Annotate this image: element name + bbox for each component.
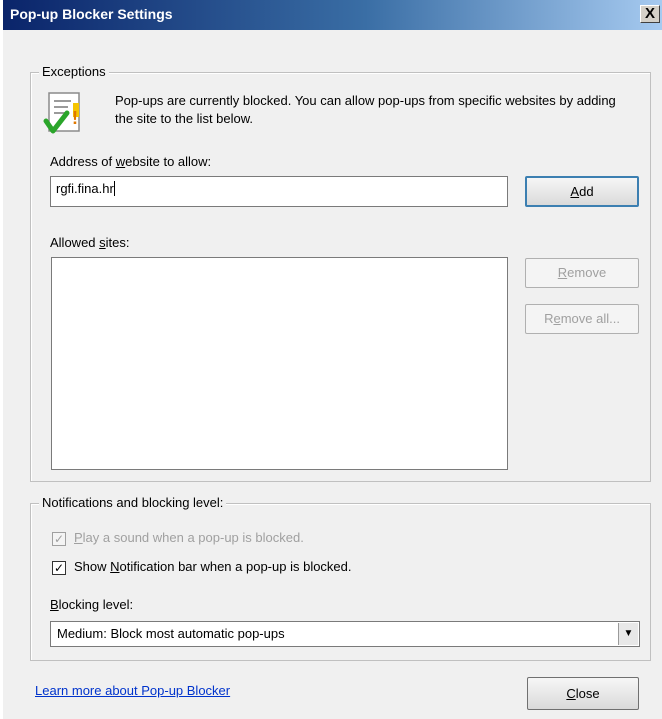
text-cursor	[113, 181, 115, 196]
svg-text:!: !	[72, 108, 78, 128]
info-text: Pop-ups are currently blocked. You can a…	[115, 93, 616, 126]
remove-all-button[interactable]: Remove all...	[525, 304, 639, 334]
close-button[interactable]: Close	[527, 677, 639, 710]
show-notification-bar-label: Show Notification bar when a pop-up is b…	[74, 559, 352, 574]
window-close-button[interactable]: X	[640, 5, 660, 23]
address-input[interactable]: rgfi.fina.hr	[50, 176, 508, 207]
show-notification-bar-checkbox[interactable]: ✓	[52, 561, 66, 575]
window-title: Pop-up Blocker Settings	[10, 6, 173, 22]
notifications-legend: Notifications and blocking level:	[39, 495, 227, 510]
blocking-level-label: Blocking level:	[50, 597, 134, 612]
add-button[interactable]: Add	[525, 176, 639, 207]
document-warning-check-icon: !	[43, 92, 80, 134]
learn-more-link[interactable]: Learn more about Pop-up Blocker	[35, 683, 230, 698]
exceptions-legend: Exceptions	[39, 64, 109, 79]
close-icon: X	[644, 5, 655, 22]
blocking-level-value: Medium: Block most automatic pop-ups	[57, 626, 285, 641]
popup-blocker-dialog: Pop-up Blocker Settings X Exceptions ! P…	[3, 0, 662, 719]
address-label: Address of website to allow:	[50, 154, 212, 169]
blocking-level-select[interactable]: Medium: Block most automatic pop-ups ▼	[50, 621, 640, 647]
play-sound-checkbox[interactable]: ✓	[52, 532, 66, 546]
remove-button[interactable]: Remove	[525, 258, 639, 288]
address-input-value: rgfi.fina.hr	[56, 181, 114, 196]
allowed-sites-label: Allowed sites:	[50, 235, 130, 250]
title-bar[interactable]: Pop-up Blocker Settings X	[3, 0, 662, 30]
dropdown-arrow-icon[interactable]: ▼	[618, 623, 638, 645]
allowed-sites-list[interactable]	[51, 257, 508, 470]
play-sound-label: Play a sound when a pop-up is blocked.	[74, 530, 304, 545]
